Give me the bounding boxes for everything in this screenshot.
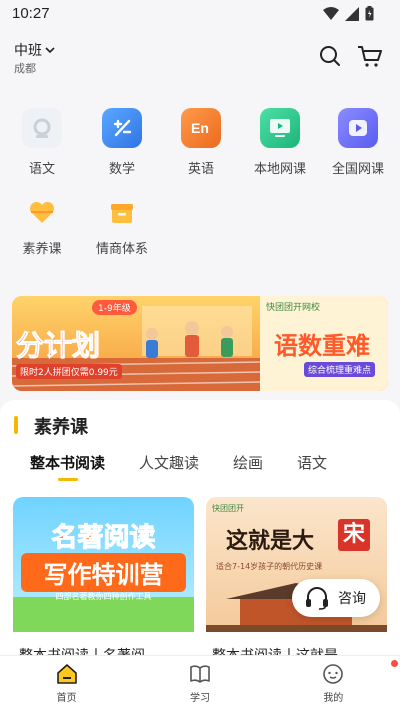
category-national-class[interactable]: 全国网课 [318,108,398,177]
poster-2-mark: 宋 [338,519,370,551]
notification-dot [390,660,398,667]
consult-label: 咨询 [338,591,366,607]
svg-text:En: En [191,120,209,136]
national-class-icon [338,108,378,148]
chevron-down-icon [45,47,55,54]
search-icon [320,46,340,66]
status-icons [323,6,374,21]
section-tabs: 整本书阅读 人文趣读 绘画 语文 [30,452,327,473]
grade-label: 中班 [14,43,42,59]
poster-1-sub: 四部名著教你四种创作工具 [55,592,152,601]
course-card-1[interactable]: 名著阅读 写作特训营 四部名著教你四种创作工具 整本书阅读丨名著阅 [13,497,194,657]
banner-grade-tag: 1-9年级 [92,300,137,315]
banner-left-sub: 限时2人拼团仅需0.99元 [16,364,122,379]
grade-selector[interactable]: 中班 [14,40,55,60]
banner-left-title: 分计划 [15,329,101,363]
category-literacy[interactable]: 素养课 [2,198,82,257]
category-eq-system[interactable]: 情商体系 [82,198,162,257]
chinese-book-icon [22,108,62,148]
book-icon [190,665,210,683]
profile-icon [323,664,344,684]
consult-button[interactable]: 咨询 [292,579,380,617]
eq-box-icon [107,198,137,228]
promo-banner[interactable]: 1-9年级 分计划 限时2人拼团仅需0.99元 快团团开网校 语数重难 综合梳理… [12,296,388,391]
nav-mine[interactable]: 我的 [267,656,400,711]
search-button[interactable] [318,44,344,70]
battery-icon [365,6,374,21]
banner-right-sub: 综合梳理重难点 [304,362,376,377]
headset-icon [306,587,328,610]
status-bar: 10:27 [0,0,400,30]
poster-2-sub: 适合7-14岁孩子的朝代历史课 [216,562,323,571]
tab-humanities-reading[interactable]: 人文趣读 [139,452,199,473]
cart-icon [358,46,382,67]
banner-brand: 快团团开网校 [266,303,321,313]
math-icon [102,108,142,148]
poster-1-line2: 写作特训营 [21,553,186,592]
banner-right-title: 语数重难 [274,332,370,360]
english-icon: En [181,108,221,148]
nav-study[interactable]: 学习 [133,656,266,711]
category-english[interactable]: En 英语 [161,108,241,177]
tab-drawing[interactable]: 绘画 [233,452,263,473]
poster-1-line1: 名著阅读 [51,523,156,554]
wifi-icon [323,6,339,20]
course-card-2[interactable]: 快团团开 这就是大 宋 适合7-14岁孩子的朝代历史课 整本书阅读丨这就是 [206,497,387,657]
course-poster-1: 名著阅读 写作特训营 四部名著教你四种创作工具 [13,497,194,632]
signal-icon [345,6,359,21]
tab-whole-book-reading[interactable]: 整本书阅读 [30,452,105,473]
poster-2-brand: 快团团开 [212,504,244,513]
heart-icon [27,198,57,228]
cart-button[interactable] [357,44,383,70]
category-math[interactable]: 数学 [82,108,162,177]
section-accent-bar [14,416,18,434]
section-title: 素养课 [34,417,88,438]
tab-chinese[interactable]: 语文 [297,452,327,473]
category-grid: 语文 数学 En 英语 本地网课 全国网课 素养课 情商体系 [0,100,400,260]
city-label: 成都 [14,62,36,75]
poster-2-line1: 这就是大 [226,529,315,554]
header: 中班 成都 [0,30,400,96]
home-icon [56,664,77,684]
local-class-icon [260,108,300,148]
nav-home[interactable]: 首页 [0,656,133,711]
category-local-class[interactable]: 本地网课 [240,108,320,177]
status-time: 10:27 [12,5,50,22]
category-chinese[interactable]: 语文 [2,108,82,177]
bottom-nav: 首页 学习 我的 [0,655,400,711]
